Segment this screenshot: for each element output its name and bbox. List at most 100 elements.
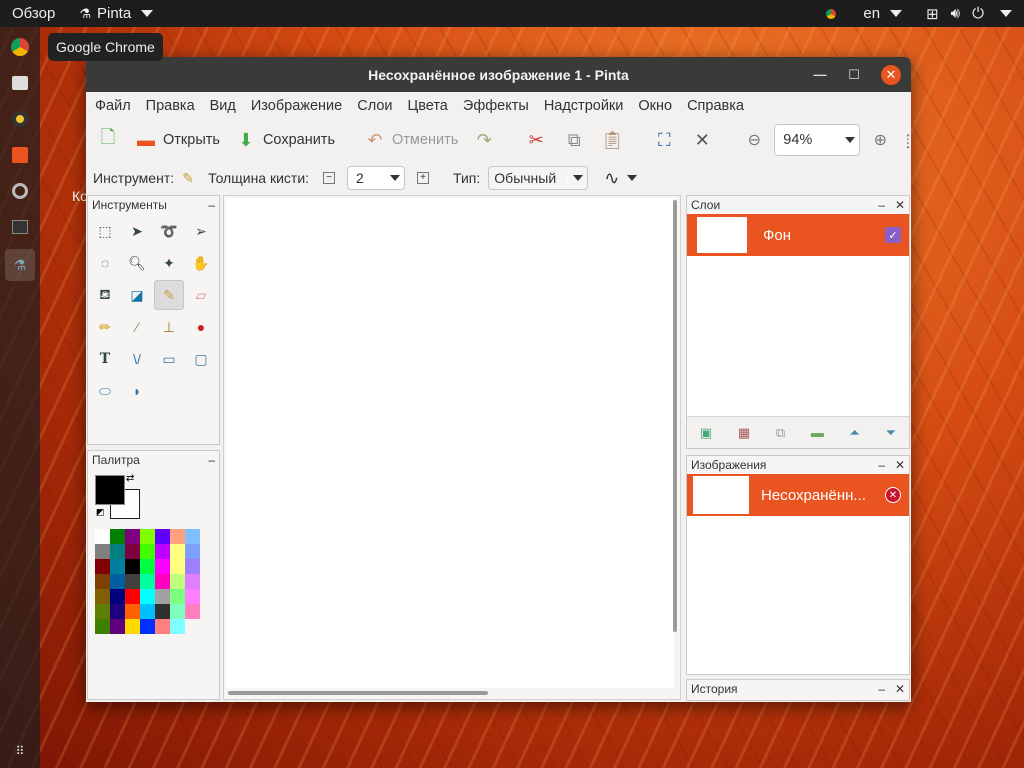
- freeform-shape-tool-icon[interactable]: ◗: [122, 376, 152, 406]
- activities-button[interactable]: Обзор: [0, 5, 67, 22]
- rectangle-select-tool-icon[interactable]: ⬚: [90, 216, 120, 246]
- vertical-scrollbar[interactable]: [673, 200, 677, 632]
- copy-button[interactable]: ⧉: [562, 128, 586, 152]
- menu-image[interactable]: Изображение: [246, 98, 347, 114]
- brush-width-combo[interactable]: 2: [347, 166, 406, 190]
- palette-swatch[interactable]: [140, 619, 155, 634]
- move-selection-tool-icon[interactable]: ➢: [186, 216, 216, 246]
- cut-button[interactable]: ✂: [524, 128, 548, 152]
- clone-stamp-tool-icon[interactable]: ⊥: [154, 312, 184, 342]
- color-picker-tool-icon[interactable]: ⁄: [122, 312, 152, 342]
- app-menu-button[interactable]: ⚗ Pinta: [67, 5, 165, 22]
- menu-addins[interactable]: Надстройки: [539, 98, 629, 114]
- save-button[interactable]: ⬇ Сохранить: [234, 128, 335, 152]
- add-layer-icon[interactable]: ▣: [700, 425, 712, 441]
- palette-swatch[interactable]: [110, 544, 125, 559]
- palette-swatch[interactable]: [110, 619, 125, 634]
- palette-swatch[interactable]: [125, 589, 140, 604]
- palette-swatch[interactable]: [95, 544, 110, 559]
- delete-layer-icon[interactable]: ▦: [738, 425, 750, 441]
- palette-swatch[interactable]: [185, 559, 200, 574]
- zoom-combo[interactable]: 94%: [774, 124, 861, 156]
- menu-window[interactable]: Окно: [633, 98, 677, 114]
- ellipse-select-tool-icon[interactable]: ◌: [90, 248, 120, 278]
- rounded-rectangle-tool-icon[interactable]: ▢: [186, 344, 216, 374]
- crop-button[interactable]: ⛶: [652, 128, 676, 152]
- palette-swatch[interactable]: [140, 544, 155, 559]
- system-menu[interactable]: ⊞ 🔊︎ ⏻: [914, 5, 1024, 23]
- palette-swatch[interactable]: [125, 544, 140, 559]
- palette-swatch[interactable]: [110, 559, 125, 574]
- pan-tool-icon[interactable]: ✋: [186, 248, 216, 278]
- palette-swatch[interactable]: [110, 574, 125, 589]
- zoom-out-button[interactable]: ⊖: [742, 128, 766, 152]
- palette-swatch[interactable]: [95, 559, 110, 574]
- palette-swatch[interactable]: [125, 604, 140, 619]
- paint-bucket-tool-icon[interactable]: ⛾: [90, 280, 120, 310]
- collapse-icon[interactable]: –: [878, 198, 885, 212]
- paintbrush-tool-icon[interactable]: ✎: [154, 280, 184, 310]
- move-selected-tool-icon[interactable]: ➤: [122, 216, 152, 246]
- recolor-tool-icon[interactable]: ●: [186, 312, 216, 342]
- duplicate-layer-icon[interactable]: ⧉: [776, 425, 785, 441]
- swap-colors-icon[interactable]: ⇄: [126, 473, 134, 484]
- palette-swatch[interactable]: [170, 604, 185, 619]
- rectangle-tool-icon[interactable]: ▭: [154, 344, 184, 374]
- primary-color-swatch[interactable]: [95, 475, 125, 505]
- palette-swatch[interactable]: [95, 589, 110, 604]
- palette-swatch[interactable]: [170, 559, 185, 574]
- pencil-tool-icon[interactable]: ✏: [90, 312, 120, 342]
- palette-swatch[interactable]: [95, 619, 110, 634]
- chrome-indicator-icon[interactable]: [811, 5, 851, 22]
- palette-swatch[interactable]: [185, 529, 200, 544]
- more-button[interactable]: ⬚: [902, 128, 911, 152]
- decrease-width-button[interactable]: −: [323, 172, 336, 184]
- palette-swatch[interactable]: [170, 589, 185, 604]
- image-row[interactable]: Несохранённ... ✕: [687, 474, 909, 516]
- menu-adjustments[interactable]: Цвета: [402, 98, 452, 114]
- window-titlebar[interactable]: Несохранённое изображение 1 - Pinta — ☐ …: [86, 57, 911, 92]
- palette-swatch[interactable]: [95, 529, 110, 544]
- move-layer-down-icon[interactable]: ⏷: [886, 425, 896, 441]
- close-button[interactable]: ✕: [881, 64, 901, 85]
- line-curve-tool-icon[interactable]: \/: [122, 344, 152, 374]
- layer-row[interactable]: Фон ✓: [687, 214, 909, 256]
- software-launcher-icon[interactable]: [6, 141, 34, 169]
- collapse-icon[interactable]: –: [878, 682, 885, 696]
- show-apps-icon[interactable]: ⠿: [6, 737, 34, 765]
- palette-swatch[interactable]: [110, 529, 125, 544]
- lasso-select-tool-icon[interactable]: ➰: [154, 216, 184, 246]
- increase-width-button[interactable]: +: [417, 172, 430, 184]
- menu-layers[interactable]: Слои: [352, 98, 397, 114]
- rhythmbox-launcher-icon[interactable]: [6, 105, 34, 133]
- palette-swatch[interactable]: [170, 544, 185, 559]
- undo-button[interactable]: ↶ Отменить: [363, 128, 458, 152]
- zoom-in-button[interactable]: ⊕: [868, 128, 892, 152]
- language-indicator[interactable]: en: [851, 5, 914, 22]
- settings-launcher-icon[interactable]: [6, 177, 34, 205]
- palette-swatch[interactable]: [95, 574, 110, 589]
- new-button[interactable]: 🗋: [96, 127, 120, 152]
- palette-swatch[interactable]: [125, 574, 140, 589]
- close-panel-icon[interactable]: ✕: [895, 682, 905, 696]
- close-panel-icon[interactable]: ✕: [895, 198, 905, 212]
- close-panel-icon[interactable]: ✕: [895, 458, 905, 472]
- palette-swatch[interactable]: [155, 544, 170, 559]
- horizontal-scrollbar[interactable]: [228, 691, 488, 695]
- image-canvas[interactable]: [226, 198, 674, 688]
- pinta-launcher-icon[interactable]: ⚗: [5, 249, 35, 281]
- reset-colors-icon[interactable]: ◩: [96, 507, 105, 518]
- palette-swatch[interactable]: [95, 604, 110, 619]
- palette-swatch[interactable]: [185, 604, 200, 619]
- palette-swatch[interactable]: [185, 619, 200, 634]
- text-tool-icon[interactable]: T: [90, 344, 120, 374]
- paste-button[interactable]: 📋︎: [600, 128, 624, 152]
- palette-swatch[interactable]: [140, 529, 155, 544]
- palette-swatch[interactable]: [185, 544, 200, 559]
- palette-swatch[interactable]: [125, 619, 140, 634]
- palette-swatch[interactable]: [110, 589, 125, 604]
- menu-help[interactable]: Справка: [682, 98, 749, 114]
- palette-swatch[interactable]: [170, 574, 185, 589]
- palette-swatch[interactable]: [155, 604, 170, 619]
- palette-swatch[interactable]: [155, 589, 170, 604]
